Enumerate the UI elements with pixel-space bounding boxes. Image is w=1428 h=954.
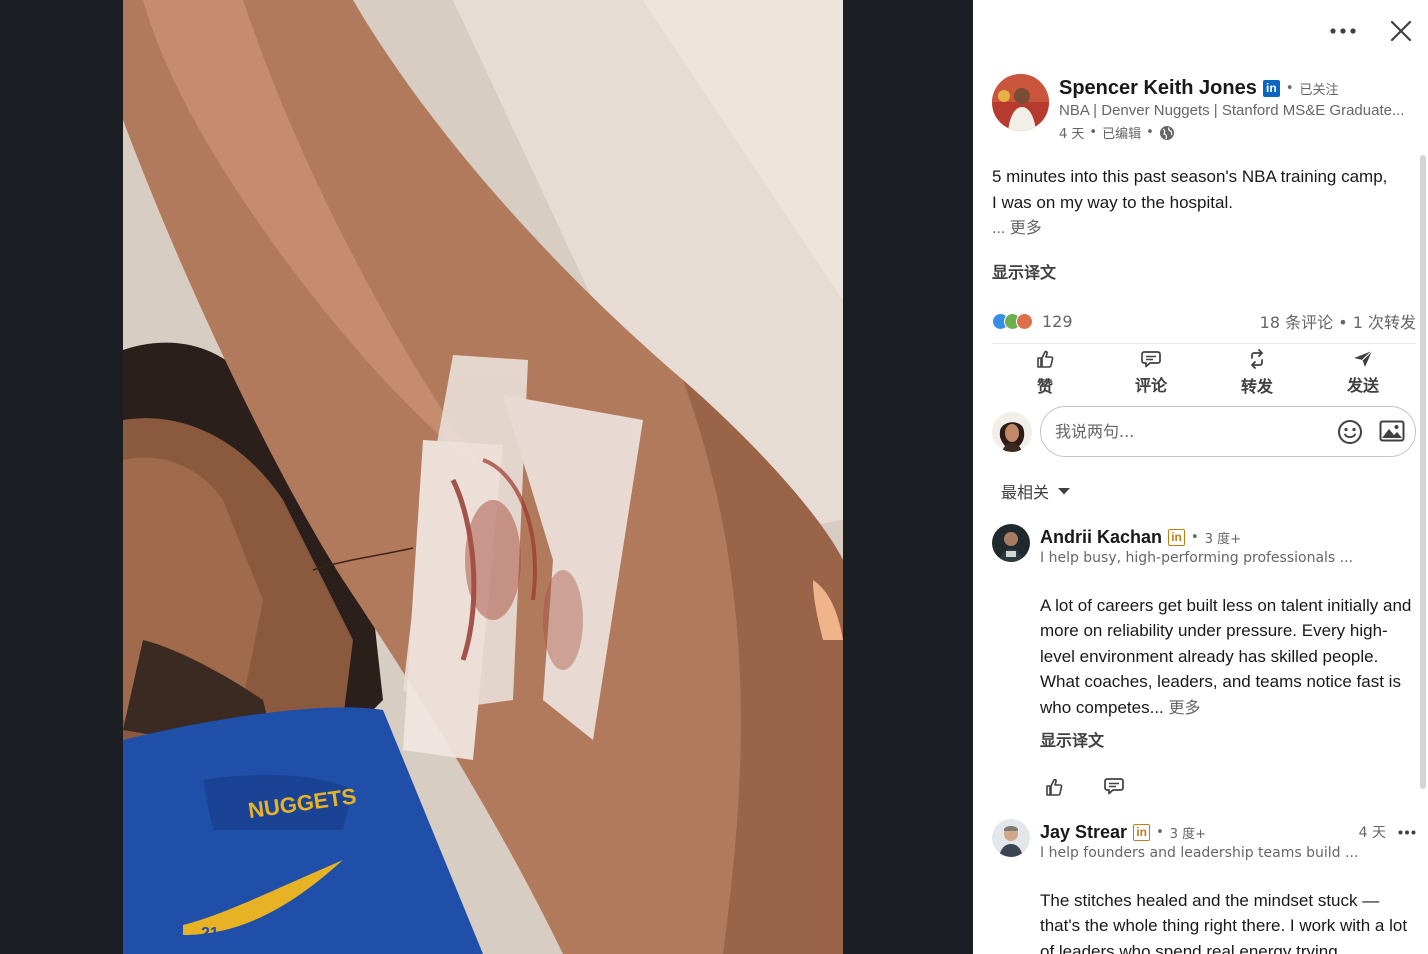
see-more-link[interactable]: 更多	[1010, 220, 1042, 237]
comment-input-icons	[1337, 419, 1405, 445]
separator-dot: •	[1146, 125, 1154, 140]
separator-dot: •	[1191, 529, 1199, 545]
commenter-avatar-image	[992, 819, 1030, 857]
follow-status: 已关注	[1299, 82, 1339, 98]
commenter-name[interactable]: Andrii Kachan	[1040, 527, 1162, 548]
post-time: 4 天	[1059, 127, 1085, 142]
author-avatar-image	[992, 74, 1049, 131]
see-more-row: ... 更多	[992, 216, 1417, 242]
repost-button[interactable]: 转发	[1207, 345, 1307, 401]
commenter-name[interactable]: Jay Strear	[1040, 822, 1127, 843]
close-icon	[1390, 20, 1412, 42]
photo-illustration: NUGGETS 21	[123, 0, 843, 954]
reaction-icons	[992, 312, 1033, 330]
comment-repost-counts: 18 条评论 • 1 次转发	[1260, 309, 1416, 333]
post-meta: 4 天 • 已编辑 •	[1059, 123, 1414, 142]
comment-label: 评论	[1134, 376, 1167, 395]
panel-top-actions	[1328, 16, 1416, 46]
edited-label: 已编辑	[1102, 127, 1142, 142]
divider	[992, 343, 1416, 344]
media-viewer: NUGGETS 21	[0, 0, 973, 954]
comment-meta: 4 天	[1359, 822, 1416, 842]
comment-text: The stitches healed and the mindset stuc…	[1040, 888, 1416, 954]
comment-item: Jay Strear in • 3 度+ 4 天 I help founders…	[992, 819, 1416, 954]
separator-dot: •	[1156, 824, 1164, 840]
linkedin-premium-icon: in	[1262, 79, 1280, 97]
comment-input[interactable]	[1055, 422, 1337, 441]
more-horizontal-icon	[1330, 28, 1356, 34]
comment-input-wrapper[interactable]	[1040, 406, 1416, 457]
comment-icon[interactable]	[1104, 777, 1124, 795]
commenter-headline: I help founders and leadership teams bui…	[1040, 845, 1359, 861]
like-button[interactable]: 赞	[995, 345, 1095, 401]
post-author: Spencer Keith Jones in • 已关注 NBA | Denve…	[992, 74, 1416, 142]
repost-icon	[1251, 349, 1263, 369]
commenter-avatar[interactable]	[992, 819, 1030, 857]
image-icon[interactable]	[1379, 419, 1405, 443]
connection-degree: 3 度+	[1169, 826, 1207, 842]
post-detail-panel: Spencer Keith Jones in • 已关注 NBA | Denve…	[973, 0, 1428, 954]
reactions-summary[interactable]: 129	[992, 312, 1073, 331]
ellipsis: ...	[992, 220, 1010, 237]
close-button[interactable]	[1386, 16, 1416, 46]
panel-scrollbar[interactable]	[1420, 155, 1426, 789]
post-text-line: 5 minutes into this past season's NBA tr…	[992, 167, 1388, 186]
comment-sort-dropdown[interactable]: 最相关	[1001, 479, 1071, 503]
linkedin-premium-icon: in	[1168, 528, 1186, 546]
send-label: 发送	[1346, 376, 1379, 395]
post-photo[interactable]: NUGGETS 21	[123, 0, 843, 954]
thumbs-up-icon[interactable]	[1044, 777, 1064, 797]
commenter-headline: I help busy, high-performing professiona…	[1040, 550, 1354, 566]
comment-actions	[1040, 777, 1416, 797]
send-icon	[1354, 350, 1373, 367]
social-counts: 129 18 条评论 • 1 次转发	[992, 309, 1416, 333]
show-translation-link[interactable]: 显示译文	[992, 259, 1056, 283]
comment-body: The stitches healed and the mindset stuc…	[1040, 891, 1408, 954]
comment-composer	[992, 406, 1416, 457]
commenter-avatar[interactable]	[992, 524, 1030, 562]
author-name[interactable]: Spencer Keith Jones	[1059, 77, 1257, 100]
current-user-avatar-image	[992, 411, 1032, 452]
comment-time: 4 天	[1358, 825, 1386, 841]
separator-dot: •	[1285, 80, 1294, 96]
separator-dot: •	[1089, 125, 1098, 140]
connection-degree: 3 度+	[1204, 531, 1241, 547]
comment-body: A lot of careers get built less on talen…	[1040, 596, 1412, 717]
post-text-line: I was on my way to the hospital.	[992, 193, 1233, 212]
like-label: 赞	[1036, 377, 1053, 396]
globe-icon	[1159, 125, 1174, 140]
more-options-button[interactable]	[1328, 16, 1358, 46]
send-button[interactable]: 发送	[1313, 345, 1413, 401]
comment-text: A lot of careers get built less on talen…	[1040, 593, 1416, 721]
see-more-link[interactable]: 更多	[1169, 700, 1201, 717]
caret-down-icon	[1058, 488, 1071, 495]
thumbs-up-icon	[1037, 350, 1054, 368]
repost-label: 转发	[1240, 377, 1273, 396]
reaction-count: 129	[1042, 311, 1073, 331]
jersey-number: 21	[201, 925, 219, 942]
commenter-avatar-image	[992, 524, 1030, 562]
separator-dot: •	[1338, 313, 1348, 332]
more-horizontal-icon[interactable]	[1398, 830, 1416, 835]
reposts-count[interactable]: 1 次转发	[1353, 313, 1416, 332]
post-body: 5 minutes into this past season's NBA tr…	[992, 164, 1417, 242]
emoji-icon[interactable]	[1337, 419, 1363, 445]
comment-icon	[1141, 351, 1161, 368]
comments-count[interactable]: 18 条评论	[1260, 313, 1333, 332]
author-avatar[interactable]	[992, 74, 1049, 131]
love-reaction-icon	[1016, 312, 1033, 330]
current-user-avatar[interactable]	[992, 411, 1032, 452]
comment-item: Andrii Kachan in • 3 度+ I help busy, hig…	[992, 524, 1416, 797]
post-action-bar: 赞 评论 转发 发送	[992, 345, 1416, 401]
author-headline: NBA | Denver Nuggets | Stanford MS&E Gra…	[1059, 102, 1405, 119]
show-translation-link[interactable]: 显示译文	[1040, 727, 1416, 751]
sort-label: 最相关	[1001, 483, 1050, 502]
comment-button[interactable]: 评论	[1101, 345, 1201, 401]
linkedin-premium-icon: in	[1133, 823, 1151, 841]
